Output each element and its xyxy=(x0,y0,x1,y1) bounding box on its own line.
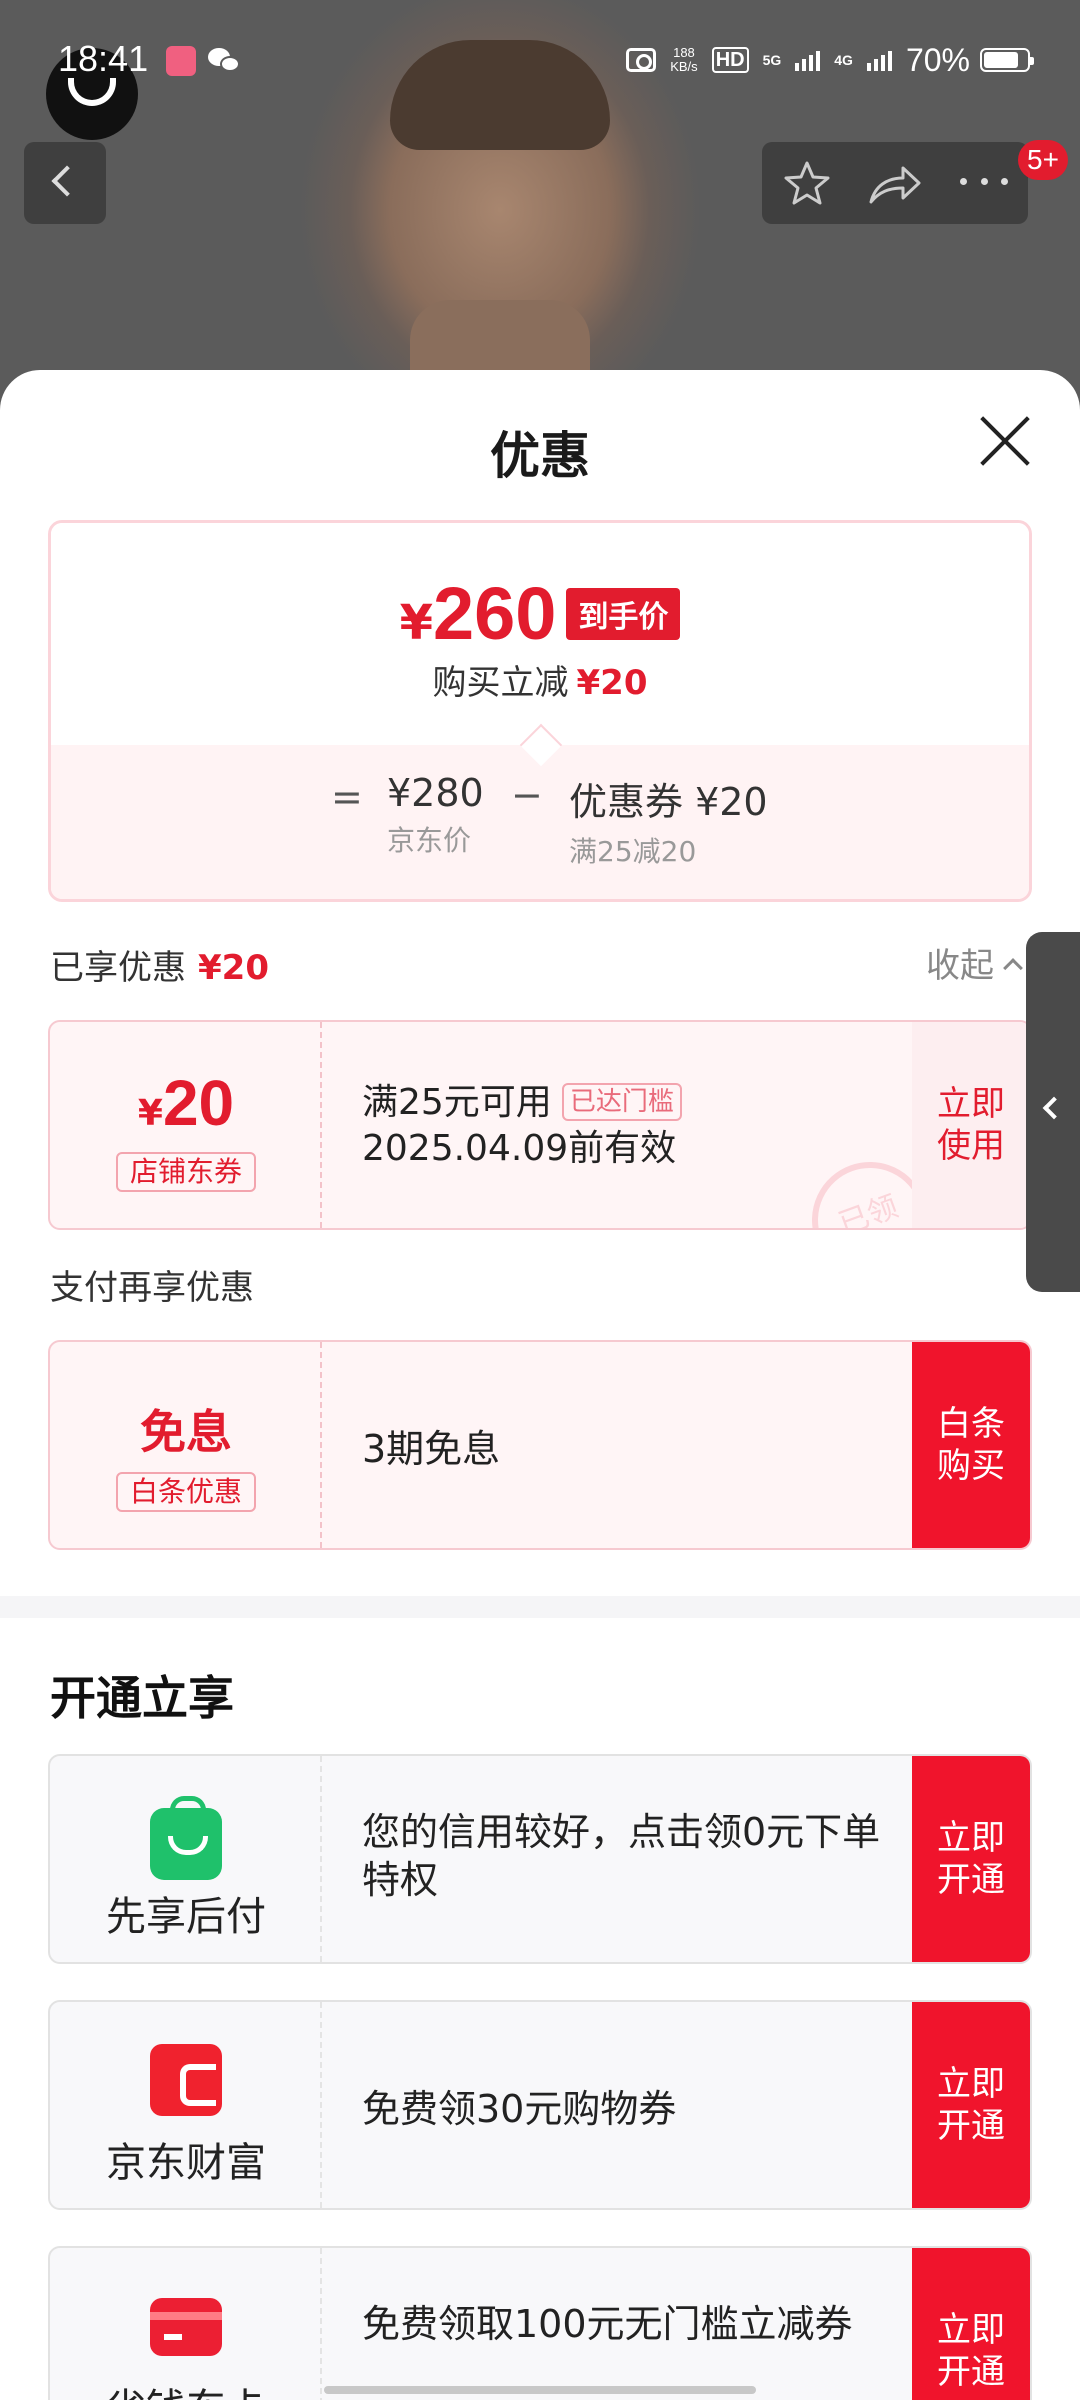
open-pay-later-button[interactable]: 立即 开通 xyxy=(912,1756,1030,1962)
offer-text: 3期免息 xyxy=(362,1426,501,1471)
baitiao-buy-button[interactable]: 白条 购买 xyxy=(912,1342,1030,1548)
open-jd-wealth-button[interactable]: 立即 开通 xyxy=(912,2002,1030,2208)
status-indicators: 188 KB/s HD 5G 4G 70% xyxy=(626,40,1034,80)
service-text: 免费领30元购物券 xyxy=(362,2086,677,2131)
use-coupon-button[interactable]: 立即 使用 xyxy=(912,1022,1030,1228)
star-outline-icon[interactable] xyxy=(782,160,832,206)
app-notification-icon xyxy=(166,46,196,76)
battery-percent: 70% xyxy=(905,41,970,78)
interest-free-label: 免息 xyxy=(140,1405,232,1459)
sheet-title: 优惠 xyxy=(490,427,590,485)
more-dots-icon[interactable] xyxy=(960,178,1008,188)
share-arrow-icon[interactable] xyxy=(867,162,921,206)
offer-left: 免息 白条优惠 xyxy=(50,1342,322,1548)
message-count-badge: 5+ xyxy=(1018,140,1068,180)
battery-icon xyxy=(980,48,1034,72)
close-icon[interactable] xyxy=(978,414,1032,468)
minus-sign: − xyxy=(511,773,543,817)
nav-action-group xyxy=(762,142,1028,224)
service-card-pay-later: 先享后付 您的信用较好，点击领0元下单特权 立即 开通 xyxy=(48,1754,1032,1964)
status-time: 18:41 xyxy=(58,38,149,79)
service-name: 京东财富 xyxy=(106,2140,266,2186)
coupon-deduction-col: 优惠券 ¥20 满25减20 xyxy=(569,780,768,868)
service-text: 您的信用较好，点击领0元下单特权 xyxy=(362,1810,881,1902)
camera-icon xyxy=(626,48,657,72)
section-divider xyxy=(0,1596,1080,1618)
service-name: 先享后付 xyxy=(106,1894,266,1940)
final-price: ¥260 到手价 xyxy=(51,571,1029,656)
signal-icon xyxy=(795,49,821,71)
service-card-savings-card: 省钱东卡 免费领取100元无门槛立减券 立即 开通 xyxy=(48,2246,1032,2400)
price-breakdown: = ¥280 京东价 − 优惠券 ¥20 满25减20 xyxy=(51,745,1029,899)
status-bar: 18:41 188 KB/s HD 5G 4G 70% xyxy=(0,0,1080,140)
coupon-left: ¥20 店铺东券 xyxy=(50,1022,322,1228)
shopping-bag-icon xyxy=(150,1796,222,1880)
final-price-tag: 到手价 xyxy=(566,588,681,640)
service-card-jd-wealth: 京东财富 免费领30元购物券 立即 开通 xyxy=(48,2000,1032,2210)
threshold-chip: 已达门槛 xyxy=(561,1083,682,1121)
offer-type-badge: 白条优惠 xyxy=(116,1472,256,1512)
equals-sign: = xyxy=(331,775,363,819)
discount-sheet: 优惠 ¥260 到手价 购买立减 ¥20 = ¥280 京东价 − 优惠券 ¥20 … xyxy=(0,370,1080,2400)
net-5g-label: 5G xyxy=(762,52,782,68)
open-savings-card-button[interactable]: 立即 开通 xyxy=(912,2248,1030,2400)
service-left: 京东财富 xyxy=(50,2002,322,2208)
card-icon xyxy=(150,2298,222,2356)
discount-summary: 购买立减 ¥20 xyxy=(432,663,648,703)
store-coupon-card: ¥20 店铺东券 满25元可用 已达门槛 2025.04.09前有效 已领 立即 … xyxy=(48,1020,1032,1230)
home-indicator[interactable] xyxy=(324,2386,756,2394)
wallet-icon xyxy=(150,2044,222,2116)
service-left: 先享后付 xyxy=(50,1756,322,1962)
collapse-button[interactable]: 收起 xyxy=(926,938,1023,987)
coupon-details: 满25元可用 已达门槛 2025.04.09前有效 xyxy=(362,1080,682,1172)
price-summary-card: ¥260 到手价 购买立减 ¥20 = ¥280 京东价 − 优惠券 ¥20 满25… xyxy=(48,520,1032,902)
coupon-amount: ¥20 xyxy=(137,1067,235,1139)
service-name: 省钱东卡 xyxy=(50,2376,322,2400)
back-button[interactable] xyxy=(24,142,106,224)
price-summary-top: ¥260 到手价 购买立减 ¥20 xyxy=(51,523,1029,745)
chevron-left-icon xyxy=(51,165,83,197)
signal-icon-2 xyxy=(866,49,892,71)
service-text: 免费领取100元无门槛立减券 xyxy=(362,2302,853,2346)
hd-icon: HD xyxy=(711,47,749,73)
enjoyed-discount: 已享优惠 ¥20 xyxy=(50,948,269,988)
baitiao-offer-card: 免息 白条优惠 3期免息 白条 购买 xyxy=(48,1340,1032,1550)
net-4g-label: 4G xyxy=(834,52,853,68)
chevron-up-icon xyxy=(1003,958,1023,978)
original-price-col: ¥280 京东价 xyxy=(387,771,484,857)
pay-section-title: 支付再享优惠 xyxy=(50,1268,254,1308)
coupon-type-badge: 店铺东券 xyxy=(116,1152,256,1192)
net-speed: 188 KB/s xyxy=(670,45,698,74)
side-drawer-tab[interactable] xyxy=(1026,932,1080,1292)
chevron-left-icon xyxy=(1042,1096,1066,1120)
open-section-title: 开通立享 xyxy=(50,1671,234,1725)
service-left: 省钱东卡 xyxy=(50,2248,322,2400)
wechat-icon xyxy=(208,46,242,74)
